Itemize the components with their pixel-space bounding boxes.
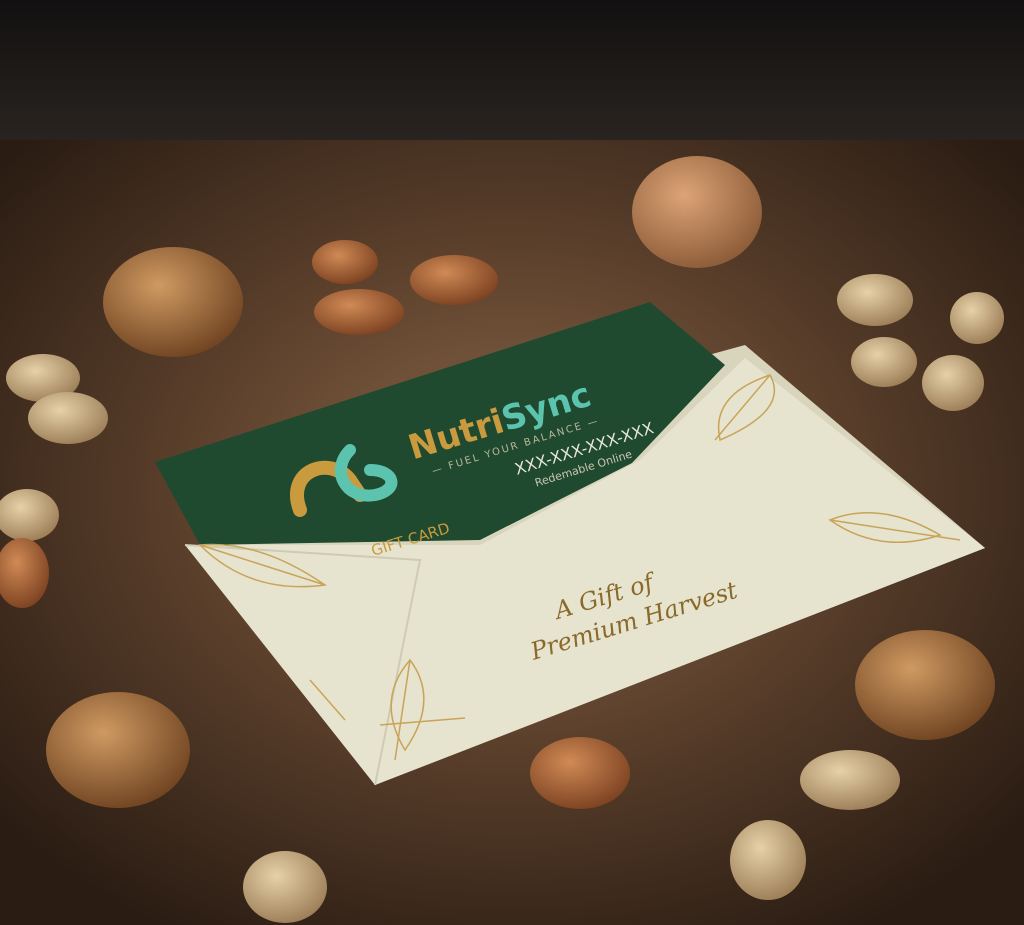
almond (314, 289, 404, 335)
pistachio (837, 274, 913, 326)
walnut-kernel (855, 630, 995, 740)
whole-walnut (632, 156, 762, 268)
almond (530, 737, 630, 809)
pistachio (851, 337, 917, 387)
pistachio (950, 292, 1004, 344)
scene-svg: NutriSync — FUEL YOUR BALANCE — XXX-XXX-… (0, 0, 1024, 925)
pistachio (243, 851, 327, 923)
pistachio (730, 820, 806, 900)
almond (312, 240, 378, 284)
walnut-kernel (46, 692, 190, 808)
almond (410, 255, 498, 305)
walnut-kernel (103, 247, 243, 357)
pistachio (28, 392, 108, 444)
background-wall (0, 0, 1024, 150)
pistachio (800, 750, 900, 810)
pistachio (922, 355, 984, 411)
gift-card-photo: NutriSync — FUEL YOUR BALANCE — XXX-XXX-… (0, 0, 1024, 925)
